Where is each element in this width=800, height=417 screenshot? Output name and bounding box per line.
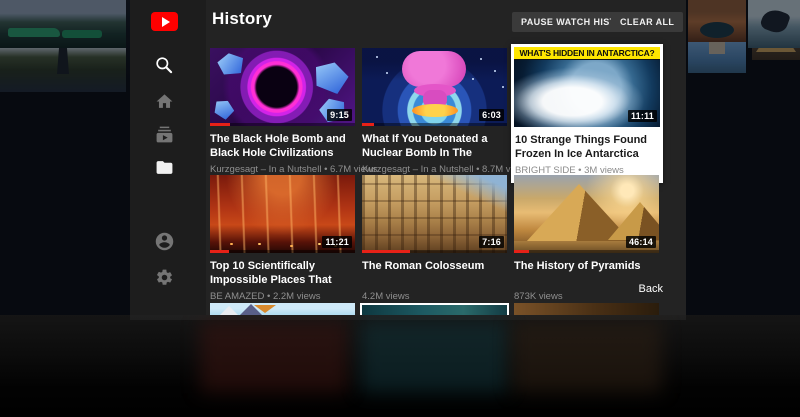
video-card[interactable]: 6:03 What If You Detonated a Nuclear Bom… xyxy=(362,48,507,175)
watch-progress-bar xyxy=(362,250,507,253)
home-icon[interactable] xyxy=(154,91,174,111)
watch-progress-bar xyxy=(362,123,507,126)
video-title: Top 10 Scientifically Impossible Places … xyxy=(210,259,355,287)
background-photo-canyon xyxy=(688,0,746,42)
video-thumbnail-partial xyxy=(514,303,659,315)
settings-icon[interactable] xyxy=(154,267,174,287)
video-card[interactable]: 9:15 The Black Hole Bomb and Black Hole … xyxy=(210,48,355,175)
video-thumbnail-lightning: 11:21 xyxy=(210,175,355,253)
subscriptions-icon[interactable] xyxy=(154,124,174,144)
video-title: The Roman Colosseum xyxy=(362,259,507,287)
duration-badge: 7:16 xyxy=(479,236,504,248)
video-thumbnail-antarctica: WHAT'S HIDDEN IN ANTARCTICA? 11:11 xyxy=(514,47,660,127)
sidebar xyxy=(130,0,206,315)
video-meta: 4.2M views xyxy=(362,291,507,302)
duration-badge: 46:14 xyxy=(626,236,656,248)
library-icon[interactable] xyxy=(154,157,174,177)
back-button[interactable]: Back xyxy=(623,283,663,295)
watch-progress-bar xyxy=(210,250,355,253)
youtube-tv-screen: History PAUSE WATCH HISTORY CLEAR ALL 9:… xyxy=(0,0,800,417)
video-thumbnail-colosseum: 7:16 xyxy=(362,175,507,253)
video-thumbnail-black-hole: 9:15 xyxy=(210,48,355,126)
youtube-logo[interactable] xyxy=(151,12,178,31)
video-title: The Black Hole Bomb and Black Hole Civil… xyxy=(210,132,355,160)
video-title: 10 Strange Things Found Frozen In Ice An… xyxy=(515,133,659,161)
video-meta: Kurzgesagt – In a Nutshell • 6.7M views xyxy=(210,164,355,175)
video-card[interactable]: 7:16 The Roman Colosseum 4.2M views xyxy=(362,175,507,302)
video-thumbnail-partial xyxy=(210,303,355,315)
account-icon[interactable] xyxy=(153,230,175,252)
video-meta: Kurzgesagt – In a Nutshell • 8.7M views xyxy=(362,164,507,175)
duration-badge: 6:03 xyxy=(479,109,504,121)
play-icon xyxy=(162,17,170,27)
background-photo-lake-boats xyxy=(0,0,126,48)
video-meta: BE AMAZED • 2.2M views xyxy=(210,291,355,302)
background-photo-whale xyxy=(748,0,800,48)
search-icon[interactable] xyxy=(153,54,175,76)
video-thumbnail-partial xyxy=(360,303,509,315)
screen-reflection xyxy=(0,315,800,417)
video-thumbnail-pyramids: 46:14 xyxy=(514,175,659,253)
video-card-focused[interactable]: WHAT'S HIDDEN IN ANTARCTICA? 11:11 10 St… xyxy=(511,44,663,183)
duration-badge: 9:15 xyxy=(327,109,352,121)
thumbnail-banner-text: WHAT'S HIDDEN IN ANTARCTICA? xyxy=(514,47,660,60)
video-thumbnail-nuke: 6:03 xyxy=(362,48,507,126)
duration-badge: 11:21 xyxy=(322,236,352,248)
watch-progress-bar xyxy=(514,250,659,253)
video-title: What If You Detonated a Nuclear Bomb In … xyxy=(362,132,507,160)
history-panel: History PAUSE WATCH HISTORY CLEAR ALL 9:… xyxy=(130,0,686,315)
video-card[interactable]: 11:21 Top 10 Scientifically Impossible P… xyxy=(210,175,355,302)
page-title: History xyxy=(212,9,272,29)
watch-progress-bar xyxy=(210,123,355,126)
clear-all-button[interactable]: CLEAR ALL xyxy=(611,12,683,32)
duration-badge: 11:11 xyxy=(628,110,657,122)
